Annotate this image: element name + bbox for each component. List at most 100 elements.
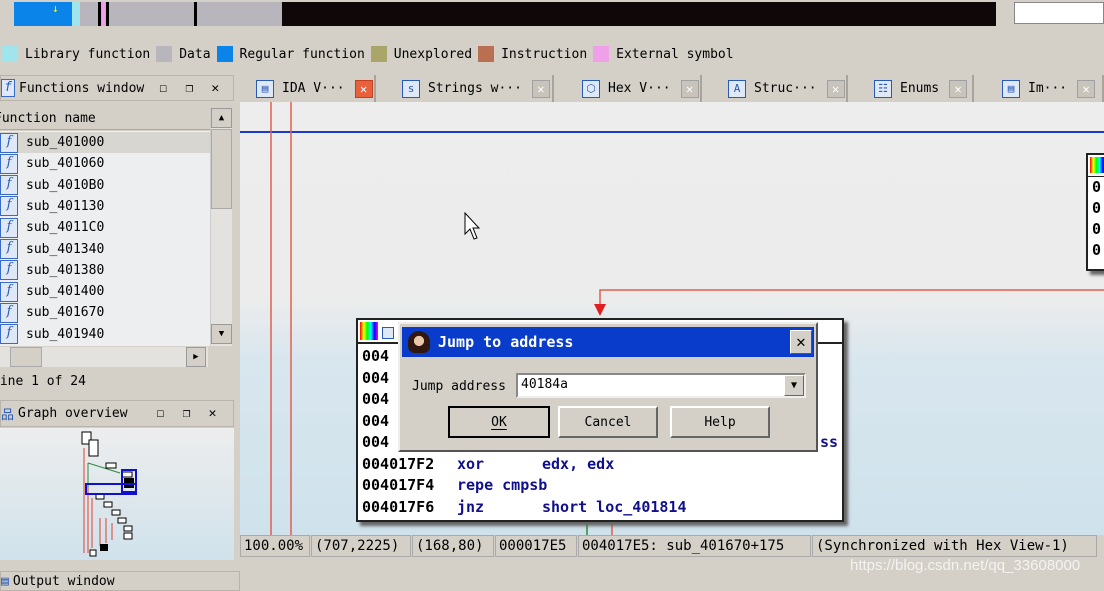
mouse-cursor-icon [464, 212, 480, 240]
code-address: 004 [362, 368, 390, 387]
close-icon[interactable]: ✕ [206, 406, 220, 421]
dropdown-arrow-icon[interactable]: ▼ [784, 375, 804, 396]
scrollbar-thumb[interactable] [211, 129, 232, 209]
tab-stringsw[interactable]: s Strings w··· ✕ [392, 75, 554, 102]
function-name: sub_4011C0 [26, 220, 105, 236]
graph-view[interactable]: 0 0 0 0 004 004 004 004 004 ss 004017F2 xor edx, ed… [240, 102, 1104, 535]
tab-label: IDA V··· [282, 81, 345, 96]
close-tab-icon[interactable]: ✕ [531, 79, 550, 98]
status-field: 004017E5: sub_401670+175 [578, 535, 811, 557]
code-mnemonic: jnz [457, 497, 485, 516]
legend-swatch [370, 46, 387, 62]
code-line[interactable]: 004017F2 xor edx, edx [362, 454, 614, 473]
imports-icon: ▤ [1002, 79, 1020, 98]
nav-input[interactable] [1014, 2, 1104, 24]
status-field: 100.00% [240, 535, 310, 557]
code-address: 0 [1092, 199, 1102, 217]
graph-overview-canvas[interactable] [0, 428, 234, 560]
code-line[interactable]: 004 ss [362, 433, 838, 451]
code-line[interactable]: 004017F6 jnz short loc_401814 [362, 498, 687, 516]
function-list-item[interactable]: f sub_401400 [0, 281, 210, 302]
column-label: Function name [0, 111, 96, 126]
function-list-item[interactable]: f sub_401940 [0, 324, 210, 345]
function-icon: f [0, 239, 18, 259]
close-tab-icon[interactable]: ✕ [354, 79, 373, 98]
tab-label: Hex V··· [608, 81, 671, 96]
code-mnemonic: repe cmpsb [457, 476, 548, 494]
function-icon: f [0, 281, 18, 302]
scroll-right-icon[interactable]: ▶ [186, 347, 206, 367]
function-list-item[interactable]: f sub_401130 [0, 196, 210, 217]
jump-address-input[interactable]: 40184a [521, 377, 568, 392]
close-tab-icon[interactable]: ✕ [680, 79, 699, 98]
code-address: 0 [1092, 178, 1102, 196]
function-list-item[interactable]: f sub_401060 [0, 153, 210, 174]
function-name: sub_401060 [26, 156, 105, 172]
cancel-button[interactable]: Cancel [558, 406, 658, 438]
legend-swatch [593, 46, 610, 62]
nav-regular-function: ↓ [14, 2, 72, 26]
code-operand: short loc_401814 [542, 497, 687, 516]
function-list-item[interactable]: f sub_401340 [0, 239, 210, 260]
code-operand: ss [820, 433, 839, 451]
restore-icon[interactable]: ❐ [182, 81, 196, 96]
function-icon: f [1, 79, 15, 97]
button-label: OK [491, 414, 507, 430]
legend-label: Regular function [239, 46, 365, 62]
legend-label: Unexplored [393, 46, 473, 62]
function-name: sub_4010B0 [26, 177, 105, 193]
column-header-function-name[interactable]: Function name [0, 108, 210, 130]
jump-address-combobox[interactable]: 40184a ▼ [516, 373, 806, 398]
graph-node-right[interactable]: 0 0 0 0 [1086, 153, 1104, 271]
nav-data [80, 2, 282, 26]
ok-button[interactable]: OK [448, 406, 550, 438]
function-list-item[interactable]: f sub_4010B0 [0, 175, 210, 196]
navigation-band[interactable]: ↓ [14, 2, 996, 26]
close-tab-icon[interactable]: ✕ [949, 79, 968, 98]
tab-hexv[interactable]: ⬡ Hex V··· ✕ [572, 75, 702, 102]
function-name: sub_401130 [26, 198, 105, 214]
help-button[interactable]: Help [670, 406, 770, 438]
tab-enums[interactable]: ☷ Enums ✕ [864, 75, 974, 102]
close-icon[interactable]: ✕ [790, 330, 812, 354]
code-line[interactable]: 004 [362, 412, 389, 430]
function-list-item[interactable]: f sub_401000 [0, 132, 210, 153]
tab-struc[interactable]: A Struc··· ✕ [718, 75, 848, 102]
vertical-scrollbar[interactable]: ▲ ▼ [210, 108, 232, 346]
code-address: 0 [1092, 220, 1102, 238]
close-tab-icon[interactable]: ✕ [826, 79, 845, 98]
panel-title: Output window [12, 573, 115, 589]
close-icon[interactable]: ✕ [208, 81, 222, 96]
current-position-arrow-icon: ↓ [52, 2, 59, 15]
tab-label: Struc··· [754, 81, 817, 96]
ida-logo-icon [408, 331, 430, 353]
maximize-icon[interactable]: ☐ [154, 406, 168, 421]
function-list-item[interactable]: f sub_401670 [0, 302, 210, 323]
function-name: sub_401000 [26, 135, 105, 150]
code-address: 004017F2 [362, 454, 435, 473]
scroll-up-icon[interactable]: ▲ [211, 108, 232, 128]
horizontal-scrollbar[interactable]: ▶ [0, 347, 208, 367]
tab-im[interactable]: ▤ Im··· ✕ [992, 75, 1104, 102]
code-line[interactable]: 004017F4 repe cmpsb [362, 476, 547, 494]
tab-label: Im··· [1028, 81, 1068, 96]
restore-icon[interactable]: ❐ [180, 406, 194, 421]
close-tab-icon[interactable]: ✕ [1077, 79, 1096, 98]
nav-library [72, 2, 80, 26]
dialog-title-bar[interactable]: Jump to address ✕ [402, 327, 814, 357]
function-icon: f [0, 175, 18, 196]
code-line[interactable]: 004 [362, 347, 389, 365]
function-list-item[interactable]: f sub_401380 [0, 260, 210, 281]
function-list-item[interactable]: f sub_4011C0 [0, 217, 210, 238]
code-line[interactable]: 004 [362, 390, 389, 408]
legend-swatch [156, 46, 173, 62]
legend: Library function Data Regular function U… [0, 44, 734, 64]
code-line[interactable]: 004 [362, 369, 389, 387]
scrollbar-thumb[interactable] [10, 347, 42, 367]
button-label: Cancel [584, 414, 632, 430]
scroll-down-icon[interactable]: ▼ [211, 324, 232, 344]
tab-idav[interactable]: ▤ IDA V··· ✕ [246, 75, 376, 102]
panel-title: Graph overview [18, 406, 128, 421]
button-label: Help [704, 414, 736, 430]
maximize-icon[interactable]: ☐ [156, 81, 170, 96]
